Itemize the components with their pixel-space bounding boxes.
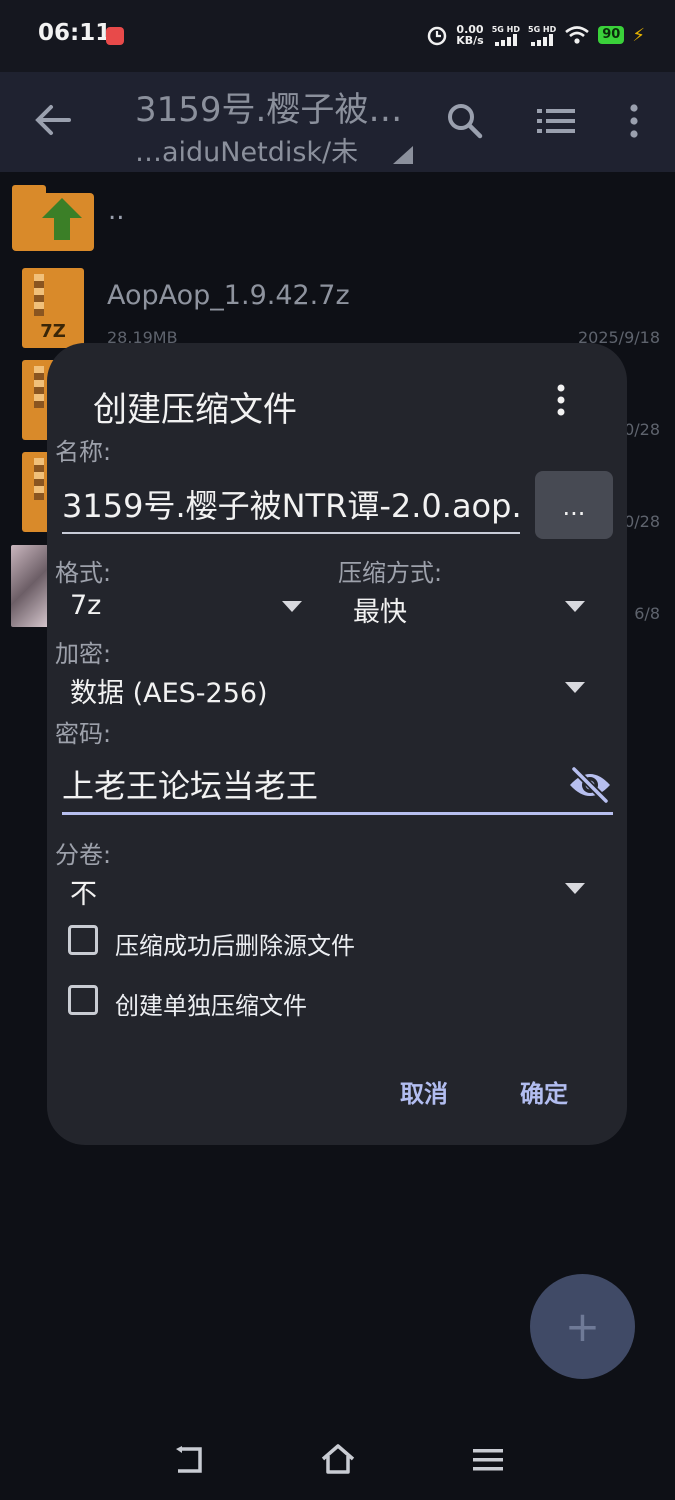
status-icons: 0.00 KB/s 5G HD 5G HD 90 ⚡: [426, 20, 645, 50]
name-label: 名称:: [55, 438, 112, 466]
separate-archive-checkbox[interactable]: [68, 985, 98, 1015]
toolbar-title[interactable]: 3159号.樱子被…: [135, 82, 402, 131]
delete-source-label: 压缩成功后删除源文件: [115, 932, 355, 960]
parent-dir-label: ..: [108, 196, 125, 226]
more-vert-icon[interactable]: [628, 104, 640, 138]
signal-icon: [494, 33, 517, 46]
add-fab-button[interactable]: +: [530, 1274, 635, 1379]
list-view-icon[interactable]: [537, 108, 575, 134]
visibility-off-icon[interactable]: [568, 765, 612, 805]
app-badge-icon: [106, 27, 124, 45]
create-archive-dialog: [47, 343, 627, 1145]
volume-label: 分卷:: [55, 841, 112, 869]
dialog-title: 创建压缩文件: [93, 390, 297, 430]
method-dropdown-icon: [565, 601, 585, 612]
separate-archive-label: 创建单独压缩文件: [115, 992, 307, 1020]
sim1-label: 5G HD: [491, 24, 520, 34]
status-time: 06:11: [38, 20, 112, 46]
wifi-icon: [565, 26, 590, 44]
back-arrow-icon[interactable]: [34, 103, 72, 137]
battery-icon: 90: [598, 26, 625, 44]
dialog-more-icon[interactable]: [555, 384, 567, 416]
cancel-button[interactable]: 取消: [400, 1074, 448, 1109]
confirm-button[interactable]: 确定: [520, 1074, 568, 1109]
delete-source-checkbox[interactable]: [68, 925, 98, 955]
nav-menu-icon[interactable]: [473, 1448, 503, 1472]
file-date: 6/8: [634, 604, 660, 623]
net-speed: 0.00 KB/s: [456, 24, 483, 46]
archive-7z-icon: 7Z: [22, 268, 84, 348]
browse-button[interactable]: ...: [535, 471, 613, 539]
password-input[interactable]: 上老王论坛当老王: [62, 764, 613, 815]
sim2-label: 5G HD: [528, 24, 557, 34]
sim1-signal: 5G HD: [492, 25, 520, 46]
encrypt-value: 数据 (AES-256): [70, 678, 268, 709]
net-speed-unit: KB/s: [456, 34, 484, 47]
format-value: 7z: [70, 590, 102, 621]
archive-name-input[interactable]: 3159号.樱子被NTR谭-2.0.aop.: [62, 484, 520, 534]
nav-back-icon[interactable]: [172, 1446, 204, 1474]
search-icon[interactable]: [446, 102, 484, 140]
file-name: AopAop_1.9.42.7z: [107, 280, 350, 311]
encrypt-label: 加密:: [55, 640, 112, 668]
volume-value: 不: [70, 879, 97, 910]
format-label: 格式:: [55, 559, 112, 587]
file-date: 0/28: [624, 512, 660, 531]
volume-dropdown-icon: [565, 883, 585, 894]
signal-icon: [531, 33, 554, 46]
format-dropdown-icon: [282, 601, 302, 612]
method-label: 压缩方式:: [338, 559, 443, 587]
up-arrow-icon: [42, 198, 82, 240]
alarm-icon: [428, 26, 447, 46]
password-label: 密码:: [55, 720, 112, 748]
encrypt-dropdown-icon: [565, 682, 585, 693]
toolbar-path[interactable]: …aiduNetdisk/未: [135, 130, 358, 169]
sim2-signal: 5G HD: [528, 25, 556, 46]
method-value: 最快: [353, 597, 407, 628]
nav-home-icon[interactable]: [320, 1443, 356, 1475]
path-dropdown-icon[interactable]: [393, 146, 413, 164]
file-date: 0/28: [624, 420, 660, 439]
image-thumbnail: [11, 545, 49, 627]
charging-icon: ⚡: [632, 24, 645, 46]
